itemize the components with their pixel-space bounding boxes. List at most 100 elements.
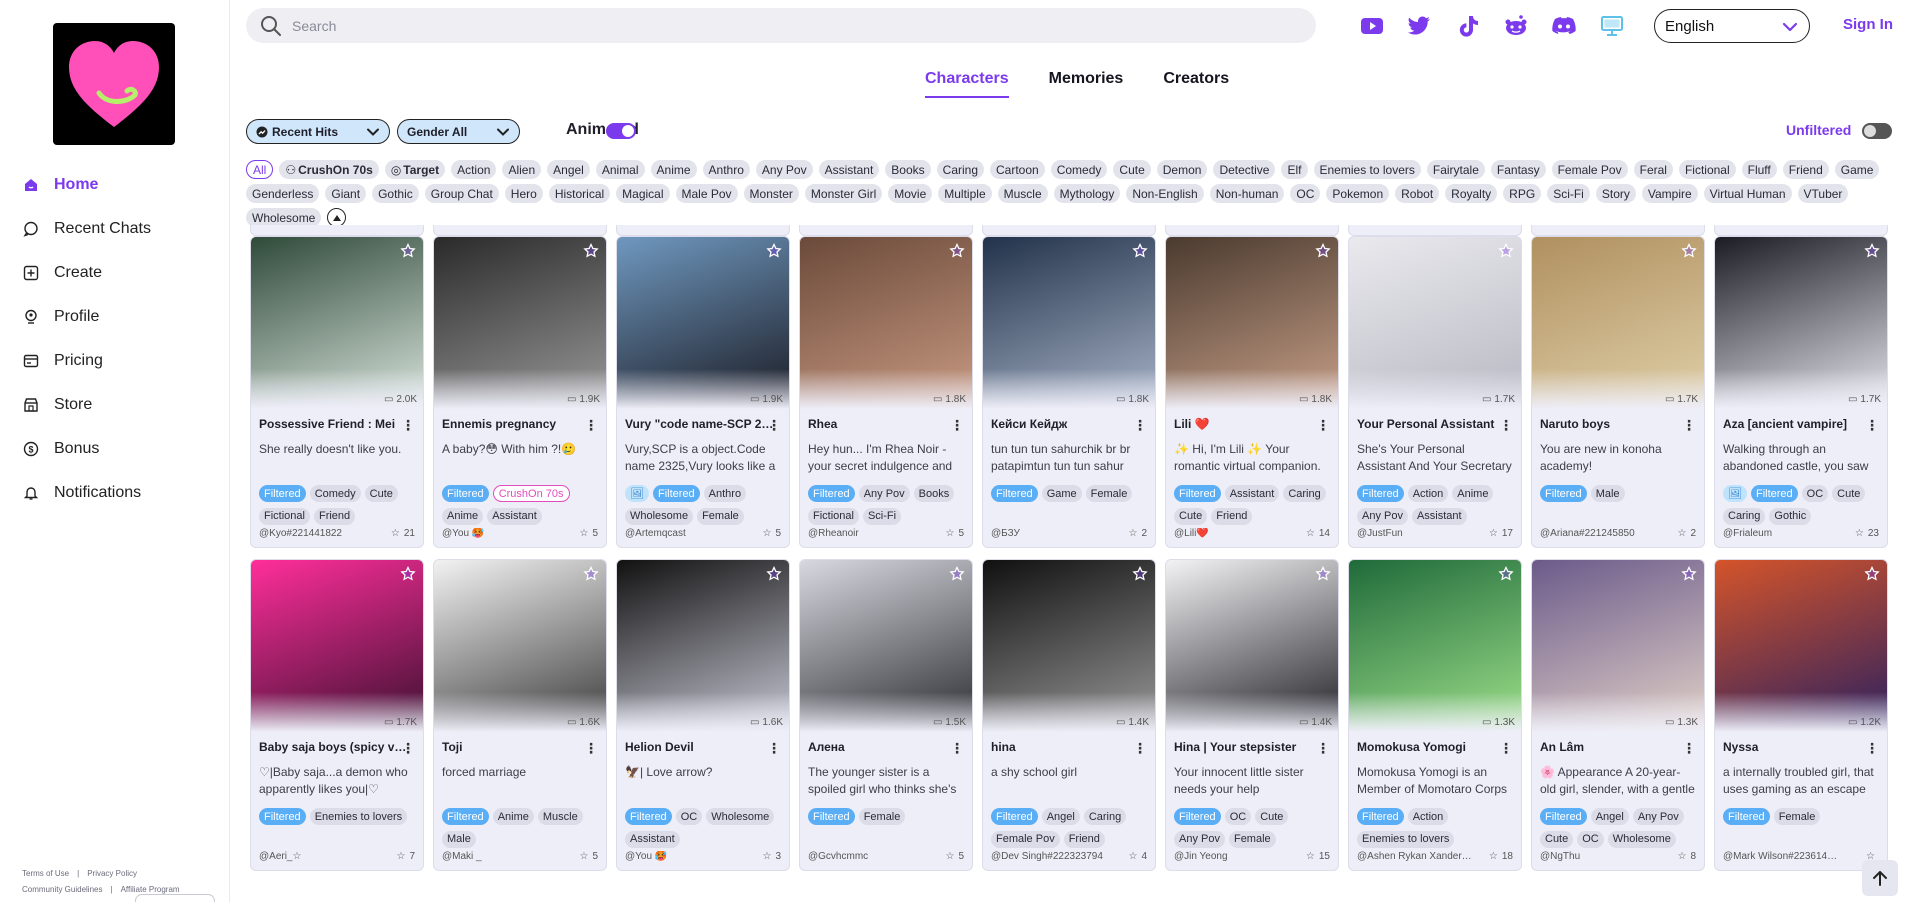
favorite-star-icon[interactable] <box>1680 242 1698 260</box>
card-tag[interactable]: Filtered <box>808 485 855 502</box>
favorite-star-icon[interactable] <box>582 565 600 583</box>
character-image[interactable]: ▭ 1.3K <box>1349 560 1521 732</box>
creator-handle[interactable]: @Aeri_☆ <box>259 851 374 862</box>
tag-chip[interactable]: Robot <box>1395 184 1440 203</box>
sidebar-item-store[interactable]: Store <box>0 383 230 427</box>
creator-handle[interactable]: @JustFun <box>1357 528 1472 539</box>
character-card-partial[interactable] <box>1531 225 1705 236</box>
card-tag[interactable]: Any Pov <box>1357 507 1408 525</box>
tag-chip[interactable]: Hero <box>504 184 543 203</box>
character-name[interactable]: Possessive Friend : Mei <box>259 417 409 431</box>
card-tag[interactable]: CrushOn 70s <box>492 485 570 502</box>
card-tag[interactable]: Female <box>1773 808 1821 825</box>
character-name[interactable]: Toji <box>442 740 592 754</box>
creator-handle[interactable]: @Gcvhcmmc <box>808 851 923 862</box>
animated-toggle[interactable] <box>606 123 636 139</box>
favorite-star-icon[interactable] <box>1314 565 1332 583</box>
twitter-icon[interactable] <box>1406 12 1434 40</box>
tag-chip[interactable]: Gothic <box>372 184 419 203</box>
tab-memories[interactable]: Memories <box>1049 70 1124 98</box>
tag-chip[interactable]: Magical <box>616 184 670 203</box>
more-options-icon[interactable]: ⋮ <box>1682 417 1696 434</box>
card-tag[interactable]: Assistant <box>1411 507 1467 525</box>
more-options-icon[interactable]: ⋮ <box>401 417 415 434</box>
tag-chip[interactable]: Fluff <box>1741 160 1777 179</box>
character-name[interactable]: Momokusa Yomogi <box>1357 740 1507 754</box>
card-tag[interactable]: Filtered <box>1174 485 1221 502</box>
desktop-icon[interactable] <box>1598 12 1626 40</box>
character-name[interactable]: Helion Devil <box>625 740 775 754</box>
character-image[interactable]: ▭ 1.4K <box>983 560 1155 732</box>
more-options-icon[interactable]: ⋮ <box>401 740 415 757</box>
tag-chip[interactable]: Multiple <box>938 184 992 203</box>
character-image[interactable]: ▭ 1.8K <box>800 237 972 409</box>
character-card-partial[interactable] <box>616 225 790 236</box>
character-name[interactable]: Nyssa <box>1723 740 1873 754</box>
tag-chip[interactable]: Enemies to lovers <box>1313 160 1421 179</box>
tag-chip[interactable]: Game <box>1834 160 1880 179</box>
character-name[interactable]: Naruto boys <box>1540 417 1690 431</box>
card-tag[interactable]: Filtered <box>1357 485 1404 502</box>
favorite-star-icon[interactable] <box>1497 242 1515 260</box>
more-options-icon[interactable]: ⋮ <box>1499 417 1513 434</box>
reddit-icon[interactable] <box>1502 12 1530 40</box>
tag-chip[interactable]: Fictional <box>1678 160 1736 179</box>
creator-handle[interactable]: @Maki _ <box>442 851 557 862</box>
language-select[interactable]: English <box>1654 9 1810 43</box>
tag-chip[interactable]: Group Chat <box>424 184 499 203</box>
more-options-icon[interactable]: ⋮ <box>1133 417 1147 434</box>
character-name[interactable]: Кейси Кейдж <box>991 417 1141 431</box>
card-tag[interactable]: Anime <box>492 808 534 825</box>
tag-chip[interactable]: Books <box>885 160 931 179</box>
card-tag[interactable]: Gothic <box>1769 507 1812 525</box>
tag-chip[interactable]: Royalty <box>1445 184 1498 203</box>
creator-handle[interactable]: @Ashen Rykan Xander Hexley <box>1357 851 1472 862</box>
card-tag[interactable]: Filtered <box>442 808 489 825</box>
character-card[interactable]: ▭ 1.4K hina ⋮ a shy school girl Filtered Angel… <box>982 559 1156 871</box>
tag-chip[interactable]: VTuber <box>1797 184 1849 203</box>
more-options-icon[interactable]: ⋮ <box>1499 740 1513 757</box>
card-tag[interactable]: Female <box>1228 830 1276 848</box>
more-options-icon[interactable]: ⋮ <box>1682 740 1696 757</box>
tag-chip[interactable]: Fantasy <box>1490 160 1546 179</box>
more-options-icon[interactable]: ⋮ <box>1316 740 1330 757</box>
card-tag[interactable]: Filtered <box>1750 485 1798 502</box>
tag-chip[interactable]: Virtual Human <box>1703 184 1792 203</box>
more-options-icon[interactable]: ⋮ <box>1316 417 1330 434</box>
tag-chip[interactable]: Anime <box>650 160 697 179</box>
more-options-icon[interactable]: ⋮ <box>950 740 964 757</box>
card-tag[interactable]: OC <box>675 808 703 825</box>
tag-chip[interactable]: Angel <box>547 160 590 179</box>
affiliate-link[interactable]: Affiliate Program <box>121 885 180 894</box>
character-card-partial[interactable] <box>799 225 973 236</box>
card-tag[interactable]: Filtered <box>808 808 855 825</box>
character-card-partial[interactable] <box>1165 225 1339 236</box>
sidebar-item-pricing[interactable]: Pricing <box>0 339 230 383</box>
card-tag[interactable]: Angel <box>1590 808 1629 825</box>
card-tag[interactable]: Filtered <box>259 808 306 825</box>
tag-chip[interactable]: Sci-Fi <box>1547 184 1590 203</box>
card-tag[interactable]: Female <box>858 808 906 825</box>
card-tag[interactable]: Assistant <box>487 507 542 525</box>
more-options-icon[interactable]: ⋮ <box>950 417 964 434</box>
tag-chip[interactable]: Muscle <box>997 184 1048 203</box>
tag-chip[interactable]: Elf <box>1281 160 1308 179</box>
card-tag[interactable]: 🖼 <box>1723 485 1747 502</box>
character-card-partial[interactable] <box>250 225 424 236</box>
card-tag[interactable]: OC <box>1224 808 1252 825</box>
tag-chip[interactable]: Detective <box>1213 160 1276 179</box>
card-tag[interactable]: Wholesome <box>706 808 775 825</box>
character-card[interactable]: ▭ 1.3K Momokusa Yomogi ⋮ Momokusa Yomogi is … <box>1348 559 1522 871</box>
character-name[interactable]: Hina | Your stepsister <box>1174 740 1324 754</box>
card-tag[interactable]: Comedy <box>309 485 361 502</box>
card-tag[interactable]: Friend <box>1063 830 1105 848</box>
card-tag[interactable]: Any Pov <box>1632 808 1684 825</box>
creator-handle[interactable]: @You 🥵 <box>442 528 557 539</box>
tag-chip[interactable]: ◎ Target <box>384 160 446 179</box>
card-tag[interactable]: Cute <box>1832 485 1866 502</box>
more-options-icon[interactable]: ⋮ <box>1865 740 1879 757</box>
card-tag[interactable]: Books <box>913 485 955 502</box>
character-card[interactable]: ▭ 1.4K Hina | Your stepsister ⋮ Your innocen… <box>1165 559 1339 871</box>
unfiltered-toggle[interactable] <box>1862 123 1892 139</box>
creator-handle[interactable]: @БЗУ <box>991 528 1106 539</box>
